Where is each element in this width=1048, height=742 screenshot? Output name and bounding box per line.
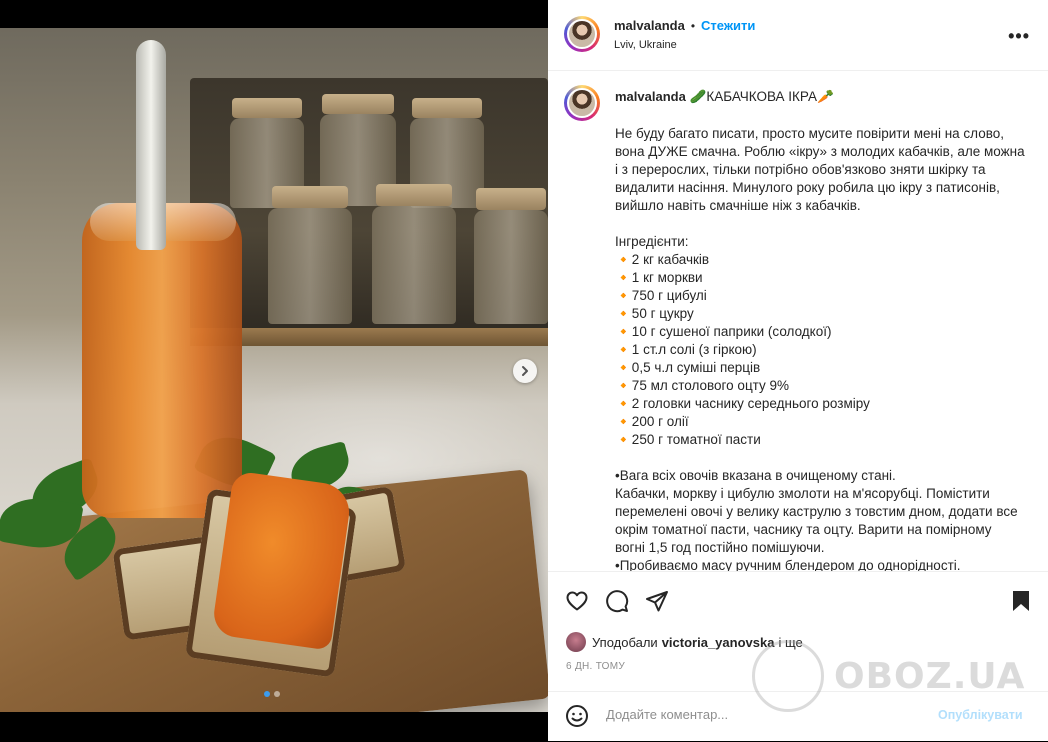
emoji-icon[interactable]: [565, 704, 589, 728]
liked-by-username[interactable]: victoria_yanovska: [662, 635, 775, 650]
ingredient-item: 🔸0,5 ч.л суміші перців: [615, 360, 761, 375]
post-header: malvalanda • Стежити Lviv, Ukraine •••: [548, 0, 1048, 71]
post-timestamp[interactable]: 6 ДН. ТОМУ: [566, 661, 625, 672]
like-heart-icon[interactable]: [565, 589, 589, 613]
liked-by-row: Уподобали victoria_yanovska і ще: [566, 632, 803, 652]
carousel-dots: [264, 691, 280, 697]
caption-avatar[interactable]: [564, 85, 600, 121]
caption-intro: Не буду багато писати, просто мусите пов…: [615, 126, 1025, 213]
liked-by-others[interactable]: і ще: [778, 635, 802, 650]
ingredient-item: 🔸750 г цибулі: [615, 288, 707, 303]
more-options-icon[interactable]: •••: [1008, 26, 1030, 47]
comment-bar: Опублікувати: [548, 691, 1048, 742]
author-avatar[interactable]: [564, 16, 600, 52]
post-photo[interactable]: [0, 28, 548, 712]
ingredient-item: 🔸2 кг кабачків: [615, 252, 710, 267]
spice-jar-lid: [232, 98, 302, 118]
spice-jar-lid: [412, 98, 482, 118]
caption-step: •Пробиваємо масу ручним блендером до одн…: [615, 558, 961, 571]
spice-jar: [268, 208, 352, 324]
spice-jar: [372, 206, 456, 324]
spice-jar-lid: [376, 184, 452, 206]
caption-title: 🥒КАБАЧКОВА ІКРА🥕: [689, 89, 834, 104]
ingredient-item: 🔸1 ст.л солі (з гіркою): [615, 342, 757, 357]
post-actions: Уподобали victoria_yanovska і ще 6 ДН. Т…: [548, 571, 1048, 682]
post-location[interactable]: Lviv, Ukraine: [614, 39, 677, 51]
comment-bubble-icon[interactable]: [605, 589, 629, 613]
caption-body: Не буду багато писати, просто мусите пов…: [615, 125, 1025, 571]
spoon: [136, 40, 166, 250]
caviar-spread: [211, 470, 353, 651]
share-paper-plane-icon[interactable]: [645, 589, 669, 613]
shelf-board: [190, 328, 548, 346]
follow-button[interactable]: Стежити: [701, 18, 755, 33]
spice-jar: [474, 210, 548, 324]
ingredient-item: 🔸75 мл столового оцту 9%: [615, 378, 790, 393]
comment-input[interactable]: [604, 706, 928, 723]
caption-note: •Вага всіх овочів вказана в очищеному ст…: [615, 468, 896, 483]
ingredient-item: 🔸250 г томатної пасти: [615, 432, 761, 447]
spice-jar-lid: [476, 188, 546, 210]
liked-by-prefix: Уподобали: [592, 634, 658, 650]
caption-area: malvalanda 🥒КАБАЧКОВА ІКРА🥕 Не буду бага…: [548, 71, 1048, 571]
publish-comment-button[interactable]: Опублікувати: [938, 708, 1023, 722]
caviar-jar: [82, 203, 242, 518]
chevron-right-icon: [522, 366, 528, 376]
author-username[interactable]: malvalanda: [614, 18, 685, 33]
liker-avatar[interactable]: [566, 632, 586, 652]
ingredient-item: 🔸1 кг моркви: [615, 270, 703, 285]
spice-jar-lid: [322, 94, 394, 114]
ingredient-item: 🔸10 г сушеної паприки (солодкої): [615, 324, 832, 339]
ingredient-item: 🔸2 головки часнику середнього розміру: [615, 396, 870, 411]
spice-jar-lid: [272, 186, 348, 208]
carousel-dot-active: [264, 691, 270, 697]
ingredients-title: Інгредієнти:: [615, 234, 689, 249]
caption-step: Кабачки, моркву і цибулю змолоти на м'яс…: [615, 486, 1018, 555]
next-photo-button[interactable]: [513, 359, 537, 383]
carousel-dot: [274, 691, 280, 697]
post-side-panel: malvalanda • Стежити Lviv, Ukraine ••• m…: [548, 0, 1048, 741]
ingredient-item: 🔸50 г цукру: [615, 306, 694, 321]
save-bookmark-icon[interactable]: [1010, 589, 1032, 613]
caption-username[interactable]: malvalanda: [615, 89, 686, 104]
ingredient-item: 🔸200 г олії: [615, 414, 689, 429]
separator-dot: •: [690, 18, 696, 33]
